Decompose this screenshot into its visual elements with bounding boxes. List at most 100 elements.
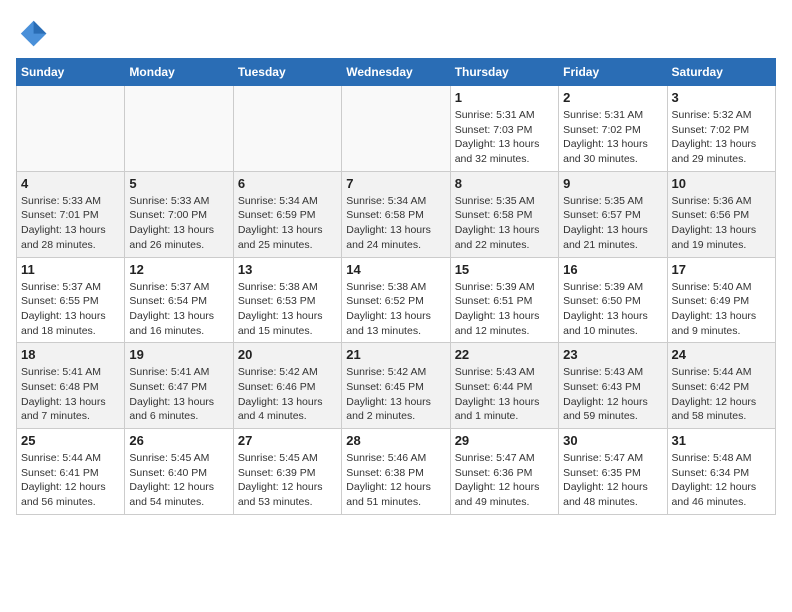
- calendar-day-cell: 24Sunrise: 5:44 AM Sunset: 6:42 PM Dayli…: [667, 343, 775, 429]
- day-number: 9: [563, 176, 662, 191]
- weekday-header: Saturday: [667, 59, 775, 86]
- calendar-day-cell: [342, 86, 450, 172]
- day-number: 14: [346, 262, 445, 277]
- day-info: Sunrise: 5:38 AM Sunset: 6:53 PM Dayligh…: [238, 280, 337, 339]
- page-header: [16, 16, 776, 48]
- day-info: Sunrise: 5:34 AM Sunset: 6:59 PM Dayligh…: [238, 194, 337, 253]
- calendar-day-cell: 29 Sunrise: 5:47 AM Sunset: 6:36 PM Dayli…: [450, 429, 558, 515]
- day-number: 4: [21, 176, 120, 191]
- day-number: 18: [21, 347, 120, 362]
- day-number: 11: [21, 262, 120, 277]
- day-info: Sunrise: 5:40 AM Sunset: 6:49 PM Dayligh…: [672, 280, 771, 339]
- calendar-day-cell: 22Sunrise: 5:43 AM Sunset: 6:44 PM Dayli…: [450, 343, 558, 429]
- weekday-header: Tuesday: [233, 59, 341, 86]
- calendar-header-row: SundayMondayTuesdayWednesdayThursdayFrid…: [17, 59, 776, 86]
- calendar-day-cell: [233, 86, 341, 172]
- day-number: 26: [129, 433, 228, 448]
- day-number: 28: [346, 433, 445, 448]
- calendar-week-row: 25 Sunrise: 5:44 AM Sunset: 6:41 PM Dayli…: [17, 429, 776, 515]
- day-number: 12: [129, 262, 228, 277]
- calendar-day-cell: 10 Sunrise: 5:36 AM Sunset: 6:56 PM Dayli…: [667, 171, 775, 257]
- day-info: Sunrise: 5:33 AM Sunset: 7:01 PM Dayligh…: [21, 194, 120, 253]
- calendar-day-cell: 13 Sunrise: 5:38 AM Sunset: 6:53 PM Dayli…: [233, 257, 341, 343]
- day-number: 17: [672, 262, 771, 277]
- day-info: Sunrise: 5:32 AM Sunset: 7:02 PM Dayligh…: [672, 108, 771, 167]
- day-info: Sunrise: 5:45 AM Sunset: 6:40 PM Dayligh…: [129, 451, 228, 510]
- day-number: 6: [238, 176, 337, 191]
- calendar-week-row: 18 Sunrise: 5:41 AM Sunset: 6:48 PM Dayli…: [17, 343, 776, 429]
- calendar-day-cell: 19Sunrise: 5:41 AM Sunset: 6:47 PM Dayli…: [125, 343, 233, 429]
- calendar-day-cell: 12 Sunrise: 5:37 AM Sunset: 6:54 PM Dayli…: [125, 257, 233, 343]
- day-number: 19: [129, 347, 228, 362]
- day-number: 21: [346, 347, 445, 362]
- logo-icon: [16, 16, 48, 48]
- calendar-week-row: 11 Sunrise: 5:37 AM Sunset: 6:55 PM Dayli…: [17, 257, 776, 343]
- day-info: Sunrise: 5:47 AM Sunset: 6:36 PM Dayligh…: [455, 451, 554, 510]
- day-info: Sunrise: 5:44 AM Sunset: 6:41 PM Dayligh…: [21, 451, 120, 510]
- day-number: 30: [563, 433, 662, 448]
- calendar-day-cell: [17, 86, 125, 172]
- day-number: 2: [563, 90, 662, 105]
- logo: [16, 16, 52, 48]
- day-info: Sunrise: 5:44 AM Sunset: 6:42 PM Dayligh…: [672, 365, 771, 424]
- calendar: SundayMondayTuesdayWednesdayThursdayFrid…: [16, 58, 776, 515]
- day-info: Sunrise: 5:35 AM Sunset: 6:58 PM Dayligh…: [455, 194, 554, 253]
- calendar-day-cell: 2 Sunrise: 5:31 AM Sunset: 7:02 PM Daylig…: [559, 86, 667, 172]
- calendar-day-cell: 16 Sunrise: 5:39 AM Sunset: 6:50 PM Dayli…: [559, 257, 667, 343]
- calendar-day-cell: 9Sunrise: 5:35 AM Sunset: 6:57 PM Daylig…: [559, 171, 667, 257]
- day-number: 10: [672, 176, 771, 191]
- day-info: Sunrise: 5:46 AM Sunset: 6:38 PM Dayligh…: [346, 451, 445, 510]
- calendar-day-cell: 8 Sunrise: 5:35 AM Sunset: 6:58 PM Daylig…: [450, 171, 558, 257]
- day-number: 22: [455, 347, 554, 362]
- day-number: 15: [455, 262, 554, 277]
- calendar-day-cell: 7 Sunrise: 5:34 AM Sunset: 6:58 PM Daylig…: [342, 171, 450, 257]
- day-info: Sunrise: 5:47 AM Sunset: 6:35 PM Dayligh…: [563, 451, 662, 510]
- calendar-day-cell: 26 Sunrise: 5:45 AM Sunset: 6:40 PM Dayli…: [125, 429, 233, 515]
- calendar-week-row: 4 Sunrise: 5:33 AM Sunset: 7:01 PM Daylig…: [17, 171, 776, 257]
- calendar-day-cell: 14 Sunrise: 5:38 AM Sunset: 6:52 PM Dayli…: [342, 257, 450, 343]
- day-info: Sunrise: 5:33 AM Sunset: 7:00 PM Dayligh…: [129, 194, 228, 253]
- day-info: Sunrise: 5:38 AM Sunset: 6:52 PM Dayligh…: [346, 280, 445, 339]
- calendar-day-cell: 6 Sunrise: 5:34 AM Sunset: 6:59 PM Daylig…: [233, 171, 341, 257]
- calendar-day-cell: 15 Sunrise: 5:39 AM Sunset: 6:51 PM Dayli…: [450, 257, 558, 343]
- day-number: 20: [238, 347, 337, 362]
- calendar-day-cell: 28 Sunrise: 5:46 AM Sunset: 6:38 PM Dayli…: [342, 429, 450, 515]
- day-info: Sunrise: 5:48 AM Sunset: 6:34 PM Dayligh…: [672, 451, 771, 510]
- day-info: Sunrise: 5:31 AM Sunset: 7:02 PM Dayligh…: [563, 108, 662, 167]
- weekday-header: Thursday: [450, 59, 558, 86]
- day-number: 23: [563, 347, 662, 362]
- calendar-day-cell: 17 Sunrise: 5:40 AM Sunset: 6:49 PM Dayli…: [667, 257, 775, 343]
- day-number: 29: [455, 433, 554, 448]
- calendar-day-cell: 31Sunrise: 5:48 AM Sunset: 6:34 PM Dayli…: [667, 429, 775, 515]
- calendar-day-cell: 11 Sunrise: 5:37 AM Sunset: 6:55 PM Dayli…: [17, 257, 125, 343]
- calendar-day-cell: 21 Sunrise: 5:42 AM Sunset: 6:45 PM Dayli…: [342, 343, 450, 429]
- calendar-day-cell: 25 Sunrise: 5:44 AM Sunset: 6:41 PM Dayli…: [17, 429, 125, 515]
- weekday-header: Friday: [559, 59, 667, 86]
- calendar-day-cell: 23Sunrise: 5:43 AM Sunset: 6:43 PM Dayli…: [559, 343, 667, 429]
- day-info: Sunrise: 5:42 AM Sunset: 6:45 PM Dayligh…: [346, 365, 445, 424]
- day-info: Sunrise: 5:31 AM Sunset: 7:03 PM Dayligh…: [455, 108, 554, 167]
- calendar-day-cell: 30 Sunrise: 5:47 AM Sunset: 6:35 PM Dayli…: [559, 429, 667, 515]
- day-number: 8: [455, 176, 554, 191]
- calendar-week-row: 1 Sunrise: 5:31 AM Sunset: 7:03 PM Daylig…: [17, 86, 776, 172]
- day-number: 7: [346, 176, 445, 191]
- weekday-header: Wednesday: [342, 59, 450, 86]
- calendar-day-cell: 4 Sunrise: 5:33 AM Sunset: 7:01 PM Daylig…: [17, 171, 125, 257]
- calendar-day-cell: 5Sunrise: 5:33 AM Sunset: 7:00 PM Daylig…: [125, 171, 233, 257]
- day-info: Sunrise: 5:45 AM Sunset: 6:39 PM Dayligh…: [238, 451, 337, 510]
- day-info: Sunrise: 5:42 AM Sunset: 6:46 PM Dayligh…: [238, 365, 337, 424]
- day-info: Sunrise: 5:37 AM Sunset: 6:55 PM Dayligh…: [21, 280, 120, 339]
- day-info: Sunrise: 5:37 AM Sunset: 6:54 PM Dayligh…: [129, 280, 228, 339]
- calendar-day-cell: 20 Sunrise: 5:42 AM Sunset: 6:46 PM Dayli…: [233, 343, 341, 429]
- day-info: Sunrise: 5:39 AM Sunset: 6:51 PM Dayligh…: [455, 280, 554, 339]
- day-info: Sunrise: 5:41 AM Sunset: 6:48 PM Dayligh…: [21, 365, 120, 424]
- day-info: Sunrise: 5:34 AM Sunset: 6:58 PM Dayligh…: [346, 194, 445, 253]
- day-info: Sunrise: 5:36 AM Sunset: 6:56 PM Dayligh…: [672, 194, 771, 253]
- day-number: 13: [238, 262, 337, 277]
- day-number: 1: [455, 90, 554, 105]
- day-number: 25: [21, 433, 120, 448]
- calendar-day-cell: 1 Sunrise: 5:31 AM Sunset: 7:03 PM Daylig…: [450, 86, 558, 172]
- day-info: Sunrise: 5:39 AM Sunset: 6:50 PM Dayligh…: [563, 280, 662, 339]
- day-number: 3: [672, 90, 771, 105]
- day-number: 16: [563, 262, 662, 277]
